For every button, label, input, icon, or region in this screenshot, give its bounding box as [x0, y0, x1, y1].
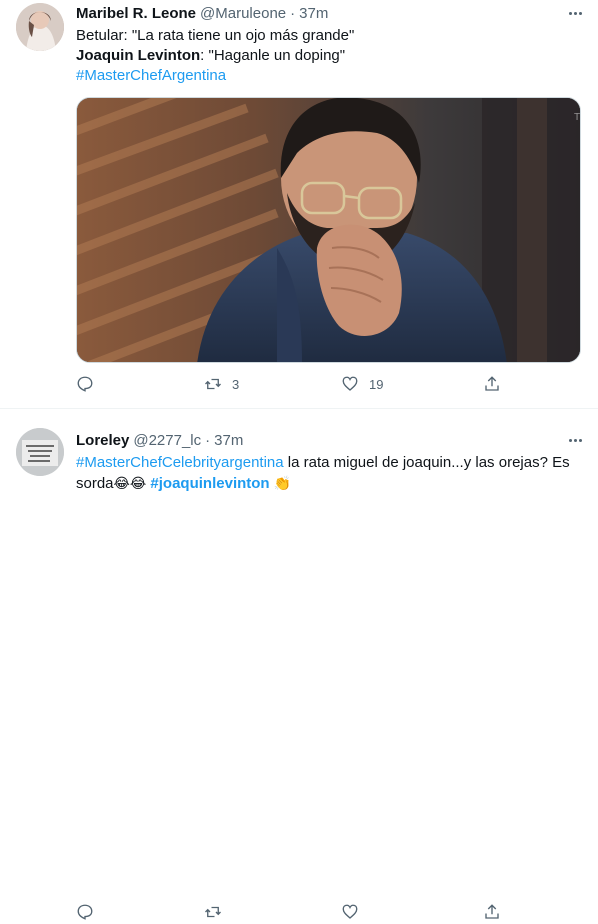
author-name[interactable]: Maribel R. Leone	[76, 4, 196, 24]
heart-icon	[342, 376, 358, 391]
timestamp[interactable]: 37m	[214, 431, 243, 451]
share-icon	[485, 376, 499, 391]
mention-name: Joaquin Levinton	[76, 47, 201, 64]
hashtag-link[interactable]: #joaquinlevinton	[150, 475, 269, 492]
tweet-actions: 3 19	[76, 372, 499, 396]
tweet-media[interactable]: T	[76, 97, 581, 363]
tweet-text: Betular: "La rata tiene un ojo más grand…	[76, 26, 586, 86]
like-button[interactable]	[341, 900, 369, 924]
tweet-text: #MasterChefCelebrityargentina la rata mi…	[76, 453, 586, 494]
tweet-actions	[76, 900, 499, 924]
reply-icon	[77, 904, 93, 920]
share-button[interactable]	[483, 900, 501, 924]
body-text: sorda	[76, 475, 114, 492]
reply-button[interactable]	[76, 900, 104, 924]
tweet[interactable]: Loreley @2277_lc · 37m #MasterChefCelebr…	[0, 409, 598, 920]
like-count: 19	[369, 376, 384, 392]
reply-button[interactable]	[76, 372, 104, 396]
author-handle[interactable]: @Maruleone	[200, 4, 286, 24]
more-icon[interactable]	[564, 2, 586, 24]
avatar-image	[16, 3, 64, 51]
tweet-header: Maribel R. Leone @Maruleone · 37m	[76, 4, 586, 24]
retweet-icon	[205, 378, 221, 390]
tweet[interactable]: Maribel R. Leone @Maruleone · 37m Betula…	[0, 0, 598, 409]
tweet-line-1: Betular: "La rata tiene un ojo más grand…	[76, 27, 355, 44]
clap-emoji: 👏	[273, 475, 292, 491]
hashtag-link[interactable]: #MasterChefArgentina	[76, 66, 586, 86]
avatar[interactable]	[16, 3, 64, 51]
retweet-count: 3	[232, 376, 240, 392]
tweet-line-2: sorda😂😂 #joaquinlevinton 👏	[76, 473, 586, 494]
author-handle[interactable]: @2277_lc	[133, 431, 201, 451]
more-icon[interactable]	[564, 429, 586, 451]
separator: ·	[205, 432, 211, 449]
retweet-button[interactable]: 3	[204, 372, 239, 396]
laughing-emoji: 😂😂	[113, 475, 147, 491]
reply-icon	[77, 376, 93, 392]
heart-icon	[342, 904, 358, 919]
hashtag-link[interactable]: #MasterChefCelebrityargentina	[76, 454, 284, 471]
body-text: la rata miguel de joaquin...y las orejas…	[283, 454, 570, 471]
author-name[interactable]: Loreley	[76, 431, 129, 451]
timestamp[interactable]: 37m	[299, 4, 328, 24]
share-button[interactable]	[483, 372, 501, 396]
svg-text:T: T	[574, 112, 580, 123]
tweet-line-2: Joaquin Levinton: "Haganle un doping"	[76, 46, 586, 66]
retweet-icon	[205, 906, 221, 918]
share-icon	[485, 904, 499, 919]
separator: ·	[290, 5, 296, 22]
avatar-image	[16, 428, 64, 476]
like-button[interactable]: 19	[341, 372, 383, 396]
tweet-line-1: #MasterChefCelebrityargentina la rata mi…	[76, 453, 586, 473]
retweet-button[interactable]	[204, 900, 232, 924]
avatar[interactable]	[16, 428, 64, 476]
media-image: T	[77, 98, 580, 362]
tweet-header: Loreley @2277_lc · 37m	[76, 431, 586, 451]
quote-text: : "Haganle un doping"	[200, 47, 346, 64]
